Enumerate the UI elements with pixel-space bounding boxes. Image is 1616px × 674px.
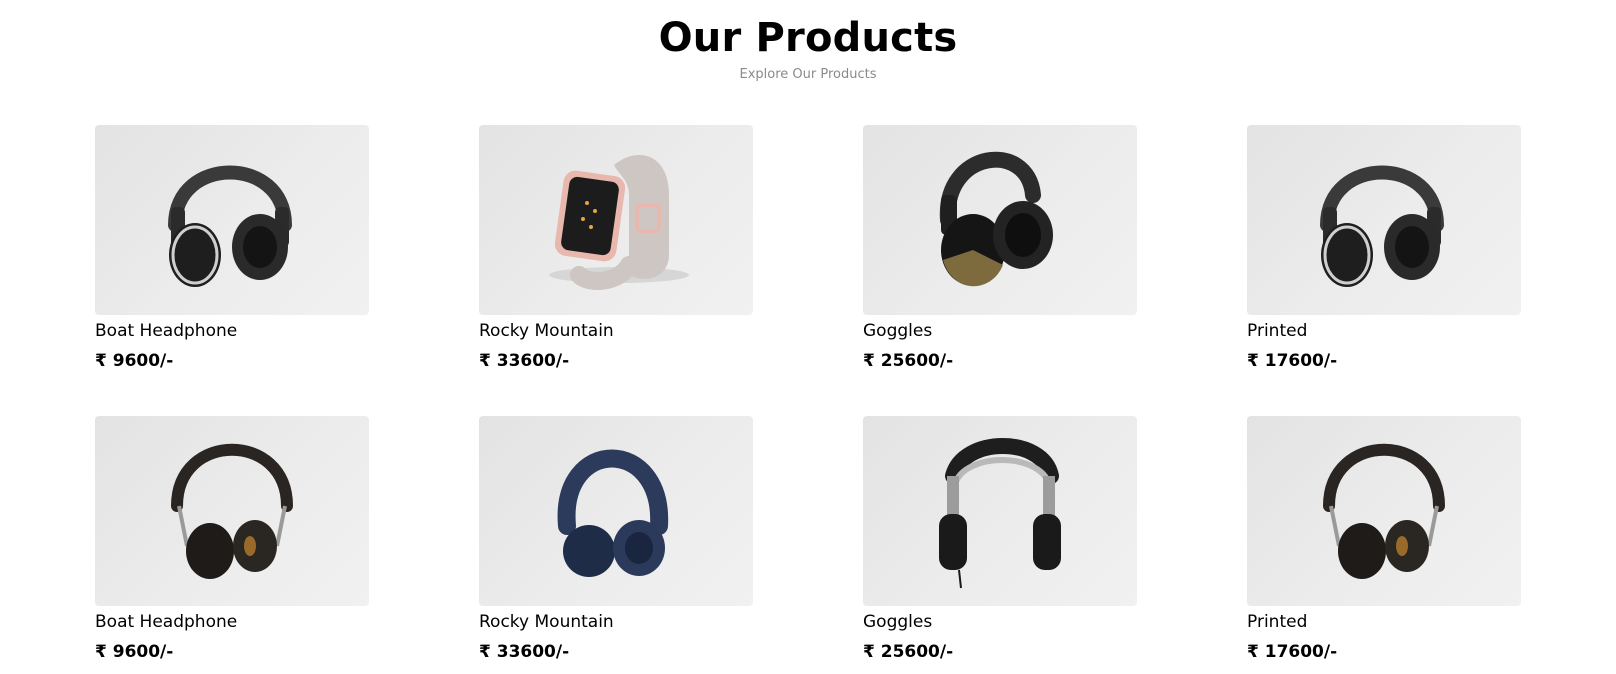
product-image[interactable] [95,125,369,315]
product-image[interactable] [863,125,1137,315]
product-name[interactable]: Printed [1247,612,1521,632]
product-card[interactable]: Boat Headphone ₹ 9600/- [95,125,369,416]
product-name[interactable]: Rocky Mountain [479,612,753,632]
product-name[interactable]: Goggles [863,321,1137,341]
product-card[interactable]: Rocky Mountain ₹ 33600/- [479,416,753,674]
product-card[interactable]: Printed ₹ 17600/- [1247,125,1521,416]
product-image[interactable] [479,125,753,315]
product-price: ₹ 9600/- [95,642,174,662]
product-card[interactable]: Rocky Mountain ₹ 33600/- [479,125,753,416]
product-image[interactable] [95,416,369,606]
product-image[interactable] [863,416,1137,606]
product-image[interactable] [1247,125,1521,315]
black-headphone-icon [1320,165,1444,287]
product-card[interactable]: Goggles ₹ 25600/- [863,416,1137,674]
page-title: Our Products [658,15,958,61]
products-page: Our Products Explore Our Products Boat H… [0,0,1616,674]
smartwatch-icon [549,155,689,290]
product-image[interactable] [479,416,753,606]
product-name[interactable]: Boat Headphone [95,612,369,632]
black-headphone-icon [168,165,292,287]
product-price: ₹ 25600/- [863,351,954,371]
blue-headphone-icon [557,449,669,577]
product-card[interactable]: Boat Headphone ₹ 9600/- [95,416,369,674]
leather-headphone-icon [171,443,293,579]
product-card[interactable]: Printed ₹ 17600/- [1247,416,1521,674]
page-subtitle: Explore Our Products [739,67,877,82]
dj-headphone-icon [939,151,1053,287]
product-grid: Boat Headphone ₹ 9600/- Rocky Mountain ₹… [95,125,1521,674]
product-image[interactable] [1247,416,1521,606]
product-name[interactable]: Printed [1247,321,1521,341]
product-price: ₹ 33600/- [479,642,570,662]
product-price: ₹ 17600/- [1247,351,1338,371]
silver-headphone-icon [939,438,1061,589]
product-name[interactable]: Rocky Mountain [479,321,753,341]
product-price: ₹ 17600/- [1247,642,1338,662]
product-name[interactable]: Goggles [863,612,1137,632]
leather-headphone-icon [1323,443,1445,579]
product-price: ₹ 33600/- [479,351,570,371]
product-price: ₹ 9600/- [95,351,174,371]
product-name[interactable]: Boat Headphone [95,321,369,341]
product-price: ₹ 25600/- [863,642,954,662]
product-card[interactable]: Goggles ₹ 25600/- [863,125,1137,416]
